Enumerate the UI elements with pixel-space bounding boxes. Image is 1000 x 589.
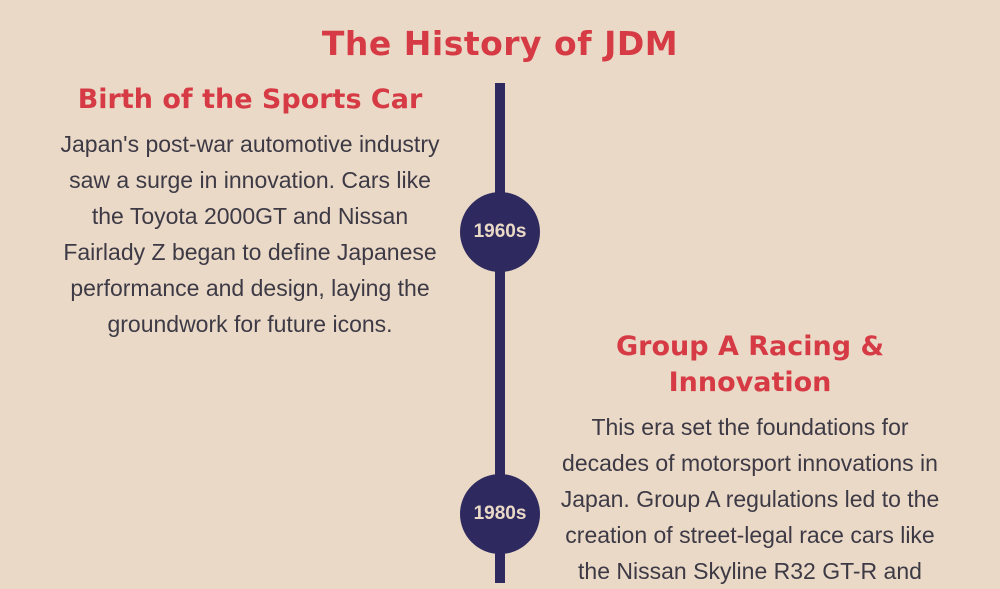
event-title: Birth of the Sports Car <box>77 84 423 115</box>
timeline-event-1980s: Group A Racing & Innovation This era set… <box>555 329 945 589</box>
event-description: This era set the foundations for decades… <box>560 414 940 584</box>
era-marker-1960s: 1960s <box>460 192 540 272</box>
event-description: Japan's post-war automotive industry saw… <box>60 131 440 337</box>
page-title: The History of JDM <box>321 24 679 63</box>
era-marker-1980s: 1980s <box>460 474 540 554</box>
era-label: 1980s <box>473 503 527 524</box>
era-label: 1960s <box>473 221 527 242</box>
event-title: Group A Racing & Innovation <box>615 331 885 398</box>
timeline-event-1960s: Birth of the Sports Car Japan's post-war… <box>55 82 445 342</box>
